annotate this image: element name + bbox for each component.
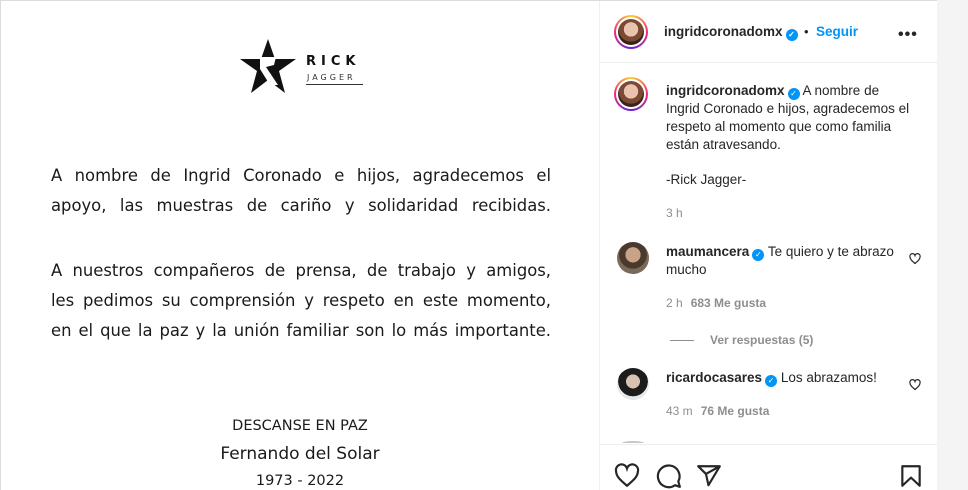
- verified-icon: ✓: [752, 249, 765, 261]
- avatar[interactable]: [614, 15, 648, 49]
- follow-button[interactable]: Seguir: [816, 24, 858, 39]
- comment-text: ricardocasares ✓ Los abrazamos!: [666, 369, 896, 387]
- comment-text: maumancera ✓ Te quiero y te abrazo mucho: [666, 243, 896, 279]
- comment-body: Los abrazamos!: [780, 370, 877, 385]
- bookmark-icon[interactable]: [898, 463, 924, 489]
- letter-line: A nombre de Ingrid Coronado e hijos, agr…: [51, 166, 551, 185]
- view-replies-button[interactable]: Ver respuestas (5): [670, 333, 813, 347]
- commenter-avatar[interactable]: [617, 368, 649, 400]
- letter-line: apoyo, las muestras de cariño y solidari…: [51, 196, 551, 215]
- comments-section: ingridcoronadomx ✓ A nombre de Ingrid Cor…: [600, 63, 938, 443]
- rip-text: DESCANSE EN PAZ: [232, 418, 368, 434]
- comment-time: 43 m: [666, 404, 693, 418]
- caption-text: ingridcoronadomx ✓ A nombre de Ingrid Cor…: [666, 82, 916, 154]
- comment-likes[interactable]: 683 Me gusta: [691, 296, 766, 310]
- comment-likes[interactable]: 76 Me gusta: [701, 404, 770, 418]
- comment-icon[interactable]: [656, 463, 682, 489]
- post-side-panel: ingridcoronadomx ✓ • Seguir ••• ingridcor…: [599, 1, 938, 490]
- logo-text-rick: RICK: [306, 54, 361, 69]
- star-r-logo-icon: [240, 39, 296, 93]
- comment-username[interactable]: maumancera: [666, 244, 749, 259]
- caption-username[interactable]: ingridcoronadomx: [666, 83, 785, 98]
- logo-underline: [306, 84, 363, 85]
- heart-icon[interactable]: [614, 463, 640, 489]
- replies-line: [670, 340, 694, 342]
- comment-time: 2 h: [666, 296, 683, 310]
- verified-icon: ✓: [787, 88, 800, 100]
- share-icon[interactable]: [696, 463, 722, 489]
- header-username[interactable]: ingridcoronadomx ✓: [664, 24, 798, 41]
- separator-dot: •: [804, 24, 809, 39]
- commenter-avatar[interactable]: [617, 242, 649, 274]
- page-background-strip: [937, 0, 968, 490]
- comment-meta: 43 m 76 Me gusta: [666, 404, 769, 418]
- post-header: ingridcoronadomx ✓ • Seguir •••: [600, 1, 938, 63]
- letter-line: A nuestros compañeros de prensa, de trab…: [51, 261, 551, 280]
- action-bar: [600, 444, 938, 490]
- caption-signature: -Rick Jagger-: [666, 172, 747, 187]
- next-comment-avatar-edge: [622, 441, 644, 443]
- comment-username[interactable]: ricardocasares: [666, 370, 762, 385]
- verified-icon: ✓: [765, 375, 778, 387]
- like-comment-icon[interactable]: [909, 379, 921, 391]
- post-image: RICK JAGGER A nombre de Ingrid Coronado …: [1, 1, 599, 490]
- letter-line: en el que la paz y la unión familiar son…: [51, 321, 551, 340]
- letter-paragraph-1: A nombre de Ingrid Coronado e hijos, agr…: [51, 161, 551, 221]
- deceased-name: Fernando del Solar: [220, 444, 380, 464]
- rick-jagger-logo: RICK JAGGER: [238, 37, 368, 97]
- avatar[interactable]: [614, 77, 648, 111]
- deceased-years: 1973 - 2022: [255, 473, 345, 489]
- verified-icon: ✓: [785, 29, 798, 41]
- logo-text-jagger: JAGGER: [307, 73, 356, 82]
- caption-time: 3 h: [666, 206, 683, 220]
- username-text[interactable]: ingridcoronadomx: [664, 24, 783, 39]
- more-options-icon[interactable]: •••: [898, 26, 918, 44]
- view-replies-label[interactable]: Ver respuestas (5): [710, 333, 813, 347]
- comment-meta: 2 h 683 Me gusta: [666, 296, 766, 310]
- like-comment-icon[interactable]: [909, 253, 921, 265]
- letter-line: les pedimos su comprensión y respeto en …: [51, 291, 551, 310]
- letter-paragraph-2: A nuestros compañeros de prensa, de trab…: [51, 256, 551, 346]
